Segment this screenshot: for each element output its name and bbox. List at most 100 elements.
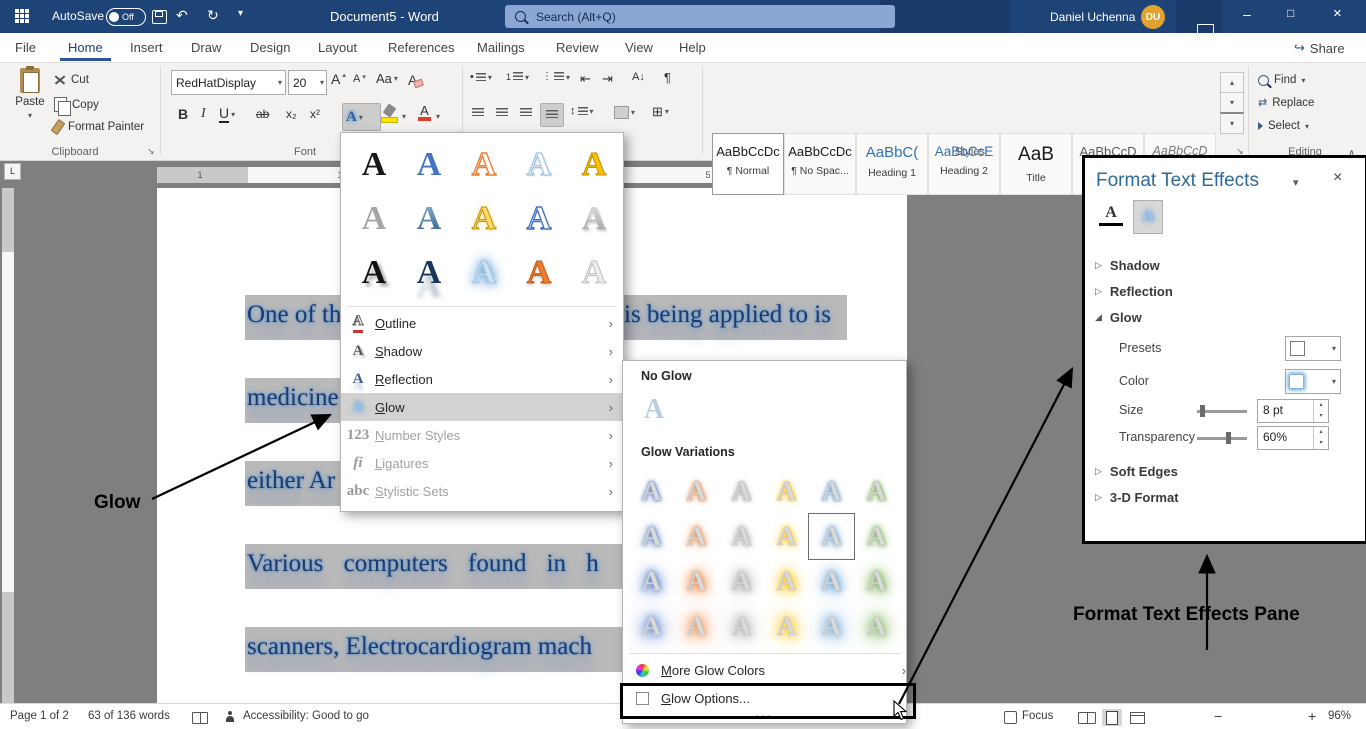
tab-view[interactable]: View [625,40,653,55]
share-button[interactable]: ↪ Share [1294,40,1345,56]
zoom-out-icon[interactable]: − [1214,708,1222,724]
tab-stop-selector[interactable]: L [4,163,21,180]
spin-down-icon[interactable]: ▾ [1314,438,1328,449]
paste-button[interactable]: Paste ▾ [10,68,50,140]
line-spacing-button[interactable]: ↕ ▾ [570,106,594,117]
glow-variation[interactable]: A [809,469,854,514]
effect-style-11[interactable]: A [348,248,400,298]
menu-item-ligatures[interactable]: fi Ligatures › [341,449,623,477]
styles-scroll-up[interactable]: ▴ [1220,72,1244,93]
glow-variation[interactable]: A [854,559,899,604]
glow-variation[interactable]: A [629,604,674,649]
tab-insert[interactable]: Insert [130,40,163,55]
document-text[interactable]: scanners, Electrocardiogram mach [247,633,592,661]
spin-up-icon[interactable]: ▴ [1314,427,1328,438]
underline-button[interactable]: U ▾ [219,106,235,123]
numbered-list-button[interactable]: 1 ▾ [506,72,529,82]
glow-variation[interactable]: A [674,469,719,514]
align-right-button[interactable] [520,108,532,118]
style-heading1[interactable]: AaBbC( Heading 1 [856,133,928,195]
glow-variation[interactable]: A [719,604,764,649]
font-color-button[interactable]: A [418,104,431,121]
read-mode-icon[interactable] [1078,712,1096,724]
more-glow-colors-item[interactable]: More Glow Colors › [623,657,916,683]
glow-variation[interactable]: A [674,514,719,559]
replace-button[interactable]: ⇄ Replace [1258,97,1314,109]
strikethrough-button[interactable]: ab [256,108,269,120]
menu-item-stylistic-sets[interactable]: abc Stylistic Sets › [341,477,623,505]
format-painter-button[interactable]: Format Painter [54,120,144,134]
menu-item-outline[interactable]: A Outline › [341,309,623,337]
focus-button[interactable]: Focus [1022,710,1053,722]
styles-scroll-down[interactable]: ▾ [1220,92,1244,113]
avatar[interactable]: DU [1141,5,1165,29]
effect-style-2[interactable]: A [403,140,455,190]
style-heading2[interactable]: AaBbCcE Heading 2 [928,133,1000,195]
pilcrow-button[interactable]: ¶ [664,71,671,84]
size-spinner[interactable]: 8 pt ▴▾ [1257,399,1329,423]
zoom-level[interactable]: 96% [1328,710,1351,722]
glow-variation[interactable]: A [629,469,674,514]
word-count[interactable]: 63 of 136 words [88,710,170,722]
text-highlight-button[interactable] [381,105,398,123]
glow-variation[interactable]: A [854,604,899,649]
shading-button[interactable]: ▾ [614,106,635,119]
effect-style-14[interactable]: A [513,248,565,298]
section-3d-format[interactable]: ▷ 3-D Format [1095,490,1179,505]
document-text[interactable]: Various computers found in h [247,550,599,578]
user-name[interactable]: Daniel Uchenna [1050,10,1135,24]
effect-style-7[interactable]: A [403,194,455,244]
size-slider-handle[interactable] [1200,405,1205,417]
effect-style-15[interactable]: A [568,248,620,298]
transparency-spinner[interactable]: 60% ▴▾ [1257,426,1329,450]
highlight-dropdown-icon[interactable]: ▾ [402,112,406,121]
glow-variation[interactable]: A [719,559,764,604]
text-fill-outline-tab[interactable]: A [1099,204,1123,226]
section-shadow[interactable]: ▷ Shadow [1095,258,1160,273]
bold-button[interactable]: B [178,107,188,121]
decrease-indent-button[interactable]: ⇤ [580,72,591,85]
glow-variation[interactable]: A [719,514,764,559]
font-name-dropdown-icon[interactable]: ▾ [278,78,285,87]
effect-style-5[interactable]: A [568,140,620,190]
menu-item-shadow[interactable]: A Shadow › [341,337,623,365]
tab-design[interactable]: Design [250,40,290,55]
effect-style-12[interactable]: A [403,248,455,298]
redo-icon[interactable]: ↻ [207,8,219,22]
glow-variation[interactable]: A [764,514,809,559]
font-name-combo[interactable]: RedHatDisplay ▾ [171,70,286,95]
print-layout-icon[interactable] [1102,709,1122,726]
font-size-combo[interactable]: 20 ▾ [288,70,327,95]
align-left-button[interactable] [472,108,484,118]
effect-style-3[interactable]: A [458,140,510,190]
effect-style-1[interactable]: A [348,140,400,190]
effect-style-13[interactable]: A [458,248,510,298]
font-size-dropdown-icon[interactable]: ▾ [320,78,326,87]
quick-access-more-icon[interactable]: ▾ [238,9,243,19]
tab-review[interactable]: Review [556,40,599,55]
pane-close-icon[interactable]: × [1333,169,1342,187]
style-title[interactable]: AaB Title [1000,133,1072,195]
text-effects-tab-icon[interactable]: A [1142,208,1154,226]
glow-variation[interactable]: A [764,559,809,604]
tab-references[interactable]: References [388,40,454,55]
transparency-slider-track[interactable] [1197,437,1247,440]
transparency-slider-handle[interactable] [1226,432,1231,444]
clear-formatting-button[interactable]: A [408,72,423,87]
cut-button[interactable]: Cut [54,74,89,86]
no-glow-option[interactable]: A [631,387,677,433]
font-color-dropdown-icon[interactable]: ▾ [436,112,440,121]
glow-variation[interactable]: A [719,469,764,514]
align-center-button[interactable] [496,108,508,118]
glow-variation[interactable]: A [629,514,674,559]
save-icon[interactable] [152,10,167,24]
styles-more-button[interactable]: ▾ [1220,112,1244,134]
tab-layout[interactable]: Layout [318,40,357,55]
menu-item-glow[interactable]: A Glow › [341,393,623,421]
bullet-list-button[interactable]: • ▾ [470,72,492,83]
document-text[interactable]: either Ar [247,467,335,495]
text-effects-button[interactable]: A ▾ [342,103,381,131]
minimize-icon[interactable]: – [1243,7,1251,21]
spin-down-icon[interactable]: ▾ [1314,411,1328,422]
search-box[interactable] [505,5,895,28]
